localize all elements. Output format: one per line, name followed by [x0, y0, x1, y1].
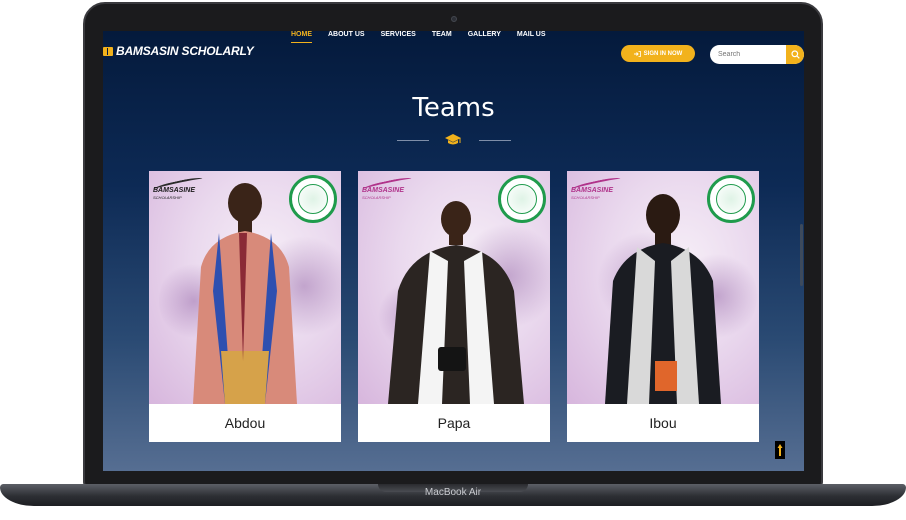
sign-in-icon: [633, 50, 641, 57]
nav-mail-us[interactable]: MAIL US: [509, 31, 554, 44]
nav-about-us[interactable]: ABOUT US: [320, 31, 373, 44]
person-figure: [193, 183, 297, 404]
person-figure: [388, 201, 524, 404]
website-screen: BAMSASIN SCHOLARLY HOME ABOUT US SERVICE…: [103, 31, 804, 471]
divider-right: [479, 140, 511, 141]
section-title: Teams: [412, 93, 495, 123]
search-input[interactable]: [710, 45, 786, 64]
sign-in-button[interactable]: SIGN IN NOW: [621, 45, 695, 62]
scrollbar[interactable]: [800, 224, 803, 286]
team-member-name: Abdou: [224, 415, 266, 431]
search-icon: [790, 50, 800, 59]
team-card[interactable]: BAMSASINE SCHOLARSHIP Ibou: [567, 171, 759, 442]
camera-icon: [451, 16, 457, 22]
team-photo: BAMSASINE SCHOLARSHIP: [358, 171, 550, 404]
team-photo: BAMSASINE SCHOLARSHIP: [567, 171, 759, 404]
team-photo: BAMSASINE SCHOLARSHIP: [149, 171, 341, 404]
person-figure: [605, 194, 721, 404]
device-label: MacBook Air: [424, 487, 482, 498]
team-member-name: Papa: [437, 415, 471, 431]
nav-services[interactable]: SERVICES: [373, 31, 424, 44]
divider-left: [397, 140, 429, 141]
team-member-name: Ibou: [649, 415, 677, 431]
team-card[interactable]: BAMSASINE SCHOLARSHIP Abdou: [149, 171, 341, 442]
nav-gallery[interactable]: GALLERY: [460, 31, 509, 44]
arrow-up-icon: [777, 444, 783, 456]
nav-team[interactable]: TEAM: [424, 31, 460, 44]
search-box: [710, 45, 804, 64]
back-to-top-button[interactable]: [775, 441, 785, 459]
nav-home[interactable]: HOME: [283, 31, 320, 44]
team-card[interactable]: BAMSASINE SCHOLARSHIP Papa: [358, 171, 550, 442]
main-nav: HOME ABOUT US SERVICES TEAM GALLERY MAIL…: [283, 31, 554, 44]
graduation-cap-icon: [445, 134, 461, 145]
brand-name: BAMSASIN SCHOLARLY: [116, 44, 254, 58]
sign-in-label: SIGN IN NOW: [643, 50, 683, 57]
book-icon: [103, 46, 113, 56]
brand-logo[interactable]: BAMSASIN SCHOLARLY: [103, 44, 254, 58]
search-button[interactable]: [786, 45, 804, 64]
